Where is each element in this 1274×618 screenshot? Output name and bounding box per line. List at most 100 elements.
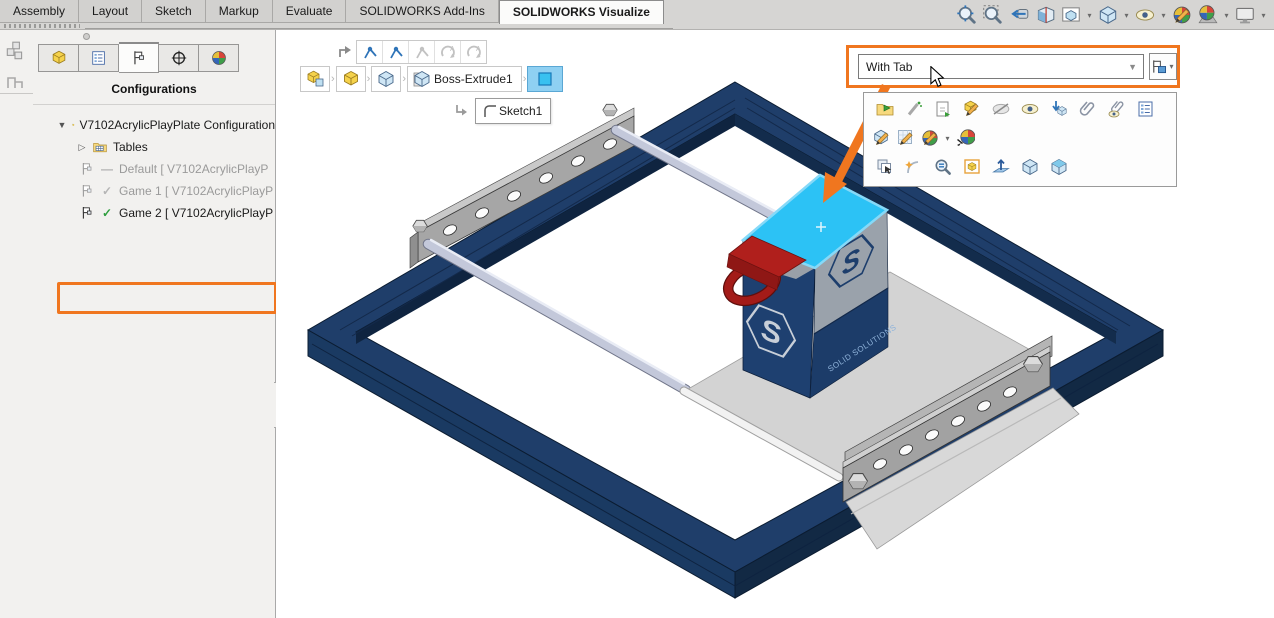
top-bar: Assembly Layout Sketch Markup Evaluate S… xyxy=(0,0,1274,30)
appearances-caret[interactable]: ▾ xyxy=(943,134,952,143)
context-toolbar-row2: ▾ xyxy=(864,122,1176,151)
tree-root-configuration[interactable]: ▼ V7102AcrylicPlayPlate Configuration xyxy=(33,114,275,136)
mate-tool-icon[interactable] xyxy=(383,41,409,63)
zoom-to-fit-icon[interactable] xyxy=(954,2,980,28)
tree-root-label: V7102AcrylicPlayPlate Configuration xyxy=(80,118,275,132)
config-button-caret[interactable]: ▾ xyxy=(1168,62,1175,71)
apply-scene-icon[interactable] xyxy=(1195,2,1221,28)
context-toolbar-row1 xyxy=(864,93,1176,122)
configuration-flag-icon xyxy=(79,205,95,221)
display-style-caret[interactable]: ▾ xyxy=(1122,11,1131,20)
appearances-icon[interactable] xyxy=(918,125,942,151)
edit-sketch-icon[interactable] xyxy=(957,96,986,122)
select-contour-icon[interactable] xyxy=(899,154,928,180)
tab-configurationmanager[interactable] xyxy=(119,42,159,73)
tab-propertymanager[interactable] xyxy=(79,44,119,72)
panel-divider xyxy=(33,104,275,105)
configuration-dropdown[interactable]: With Tab ▼ xyxy=(858,54,1144,79)
edit-sketch-plane-icon[interactable] xyxy=(894,125,918,151)
body-display-icon[interactable] xyxy=(1015,154,1044,180)
breadcrumb-sketch[interactable]: Sketch1 xyxy=(475,98,551,124)
breadcrumb-body-icon[interactable] xyxy=(371,66,401,92)
tab-evaluate[interactable]: Evaluate xyxy=(273,0,347,23)
rotate-a-disabled-icon: A xyxy=(461,41,486,63)
breadcrumb-part-icon[interactable] xyxy=(336,66,366,92)
tab-assembly[interactable]: Assembly xyxy=(0,0,79,23)
rollback-icon[interactable] xyxy=(928,96,957,122)
normal-to-icon[interactable] xyxy=(986,154,1015,180)
breadcrumb-escape-icon[interactable] xyxy=(336,42,354,65)
apply-scene-caret[interactable]: ▾ xyxy=(1222,11,1231,20)
configuration-dropdown-value: With Tab xyxy=(866,60,912,74)
tab-featuremanager[interactable] xyxy=(38,44,79,72)
show-icon[interactable] xyxy=(1015,96,1044,122)
view-orientation-caret[interactable]: ▾ xyxy=(1085,11,1094,20)
tab-displaymanager[interactable] xyxy=(199,44,239,72)
previous-view-icon[interactable] xyxy=(1006,2,1032,28)
breadcrumb-separator: › xyxy=(523,73,527,85)
configuration-flag-button[interactable]: ▾ xyxy=(1149,53,1177,80)
rotate-a-disabled-icon: A xyxy=(435,41,461,63)
assembly-visualization-icon[interactable] xyxy=(4,40,26,67)
sketch-label: Sketch1 xyxy=(499,104,542,118)
heads-up-view-toolbar: ▾ ▾ ▾ ▾ ▾ xyxy=(954,2,1269,28)
tree-item-tables[interactable]: ▷ Tables xyxy=(33,136,275,158)
attach-view-paperclip-eye-icon[interactable] xyxy=(1102,96,1131,122)
view-settings-caret[interactable]: ▾ xyxy=(1259,11,1268,20)
expand-arrow-icon[interactable]: ▼ xyxy=(57,120,67,130)
manager-tabs xyxy=(38,44,239,73)
hide-show-items-caret[interactable]: ▾ xyxy=(1159,11,1168,20)
ribbon-drag-handle[interactable] xyxy=(4,24,80,28)
copy-appearance-icon[interactable] xyxy=(953,125,977,151)
tree-item-config-game1[interactable]: ✓ Game 1 [ V7102AcrylicPlayP xyxy=(33,180,275,202)
hide-icon[interactable] xyxy=(986,96,1015,122)
panel-grip-dot[interactable] xyxy=(83,33,90,40)
suppress-icon[interactable] xyxy=(899,96,928,122)
tree-item-config-game2[interactable]: ✓ Game 2 [ V7102AcrylicPlayP xyxy=(33,202,275,224)
tab-solidworks-visualize[interactable]: SOLIDWORKS Visualize xyxy=(499,0,664,24)
tab-sketch[interactable]: Sketch xyxy=(142,0,206,23)
isolate-icon[interactable] xyxy=(957,154,986,180)
feature-properties-icon[interactable] xyxy=(1131,96,1160,122)
config-game2-label: Game 2 [ V7102AcrylicPlayP xyxy=(119,206,273,220)
edit-feature-icon[interactable] xyxy=(870,96,899,122)
section-view-icon[interactable] xyxy=(1032,2,1058,28)
tab-markup[interactable]: Markup xyxy=(206,0,273,23)
status-dash-icon: — xyxy=(100,162,114,176)
configuration-part-icon xyxy=(72,117,75,133)
chamfer-body-icon[interactable] xyxy=(1044,154,1073,180)
edit-appearance-body-icon[interactable] xyxy=(870,125,894,151)
config-flag-cube-icon xyxy=(1150,58,1167,75)
zoom-to-area-icon[interactable] xyxy=(980,2,1006,28)
tree-item-config-default[interactable]: — Default [ V7102AcrylicPlayP xyxy=(33,158,275,180)
selection-breadcrumb: › › › Boss-Extrude1 › xyxy=(300,66,565,92)
tab-dimxpertmanager[interactable] xyxy=(159,44,199,72)
graphics-viewport[interactable]: S S SOLID SOLUTIONS xyxy=(276,30,1274,618)
breadcrumb-separator: › xyxy=(331,73,335,85)
status-check-gray-icon: ✓ xyxy=(100,184,114,198)
tables-label: Tables xyxy=(113,140,148,154)
view-orientation-icon[interactable] xyxy=(1058,2,1084,28)
select-other-icon[interactable] xyxy=(870,154,899,180)
hide-show-items-icon[interactable] xyxy=(1132,2,1158,28)
collapse-arrow-icon[interactable]: ▷ xyxy=(77,142,87,153)
configurations-tree: ▼ V7102AcrylicPlayPlate Configuration ▷ … xyxy=(33,114,275,224)
config-default-label: Default [ V7102AcrylicPlayP xyxy=(119,162,268,176)
attach-paperclip-icon[interactable] xyxy=(1073,96,1102,122)
mate-tool-icon[interactable] xyxy=(357,41,383,63)
display-style-icon[interactable] xyxy=(1095,2,1121,28)
configuration-flag-icon xyxy=(79,183,95,199)
breadcrumb-separator: › xyxy=(402,73,406,85)
feature-label: Boss-Extrude1 xyxy=(432,72,517,86)
svg-text:A: A xyxy=(450,46,455,53)
view-settings-icon[interactable] xyxy=(1232,2,1258,28)
tab-solidworks-add-ins[interactable]: SOLIDWORKS Add-Ins xyxy=(346,0,498,23)
tab-layout[interactable]: Layout xyxy=(79,0,142,23)
zoom-to-selection-icon[interactable] xyxy=(928,154,957,180)
breadcrumb-assembly-icon[interactable] xyxy=(300,66,330,92)
breadcrumb-feature[interactable]: Boss-Extrude1 xyxy=(407,66,522,92)
step-profile-icon[interactable] xyxy=(6,74,24,95)
breadcrumb-selected-face[interactable] xyxy=(527,66,563,92)
edit-appearance-icon[interactable] xyxy=(1169,2,1195,28)
insert-into-new-part-icon[interactable] xyxy=(1044,96,1073,122)
